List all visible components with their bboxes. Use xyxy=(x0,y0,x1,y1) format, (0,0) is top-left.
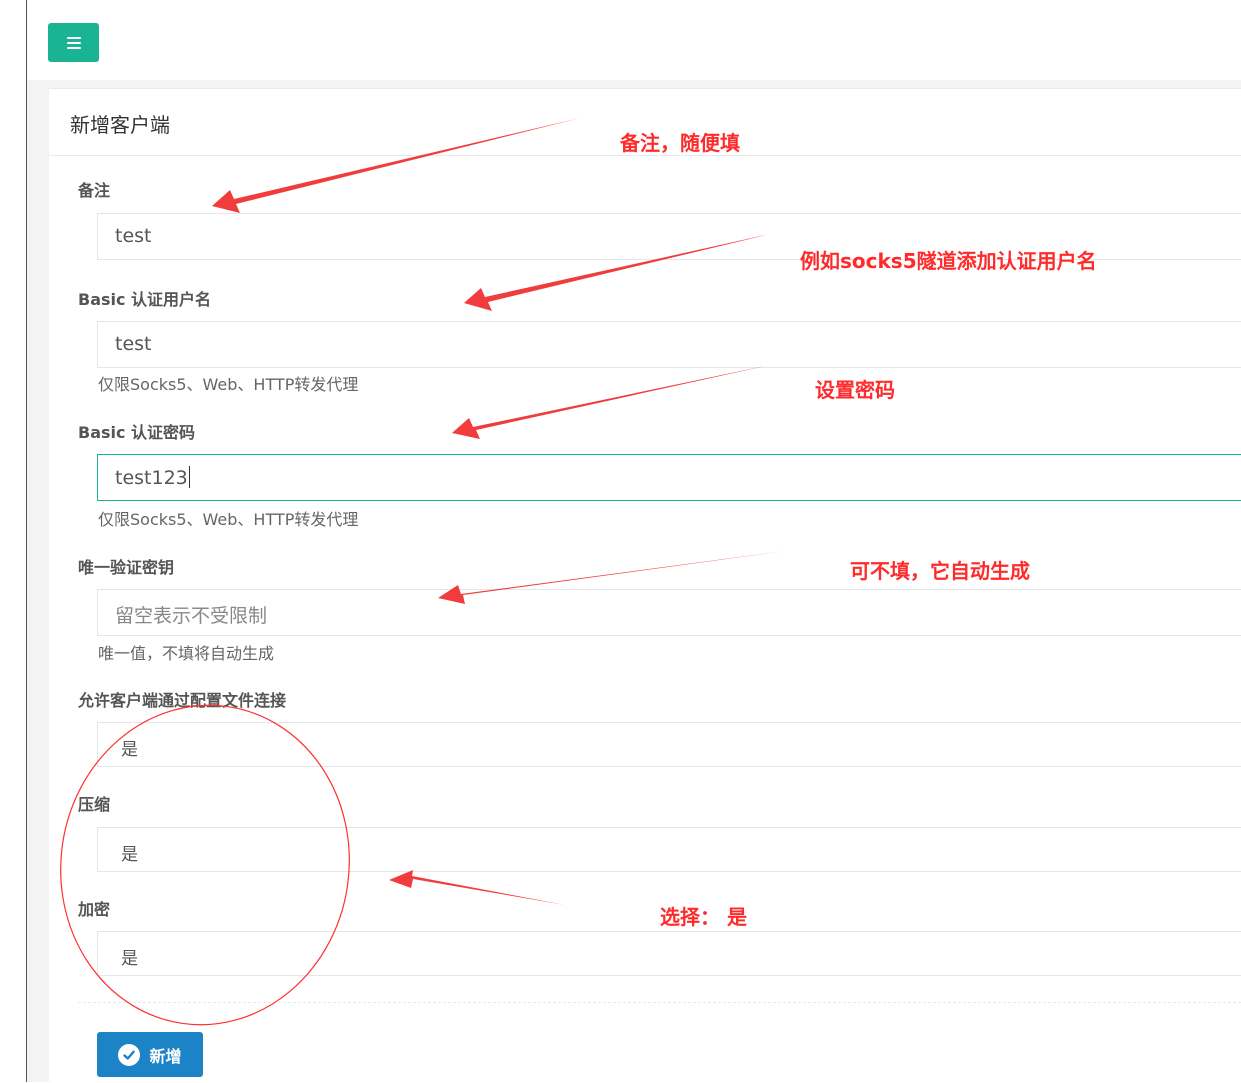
basic-user-value: test xyxy=(115,333,152,355)
crypt-select[interactable]: 是 xyxy=(97,931,1241,976)
basic-pass-label: Basic 认证密码 xyxy=(78,423,196,442)
config-conn-label: 允许客户端通过配置文件连接 xyxy=(78,691,287,710)
compress-label: 压缩 xyxy=(78,795,111,814)
menu-toggle-button[interactable] xyxy=(48,23,99,62)
crypt-label: 加密 xyxy=(78,900,111,919)
bars-icon xyxy=(66,36,81,49)
basic-pass-value: test123 xyxy=(115,467,188,489)
basic-pass-value-wrap: test123 xyxy=(115,466,190,489)
select-annotation: 选择： 是 xyxy=(660,905,747,929)
basic-user-help: 仅限Socks5、Web、HTTP转发代理 xyxy=(98,375,359,394)
basic-pass-help: 仅限Socks5、Web、HTTP转发代理 xyxy=(98,510,359,529)
text-caret xyxy=(188,466,190,488)
vkey-annotation: 可不填，它自动生成 xyxy=(850,559,1030,583)
basic-user-label: Basic 认证用户名 xyxy=(78,290,212,309)
top-navbar xyxy=(27,0,1241,80)
remark-annotation: 备注，随便填 xyxy=(620,131,740,155)
basic-pass-input[interactable]: test123 xyxy=(97,454,1241,501)
config-conn-value: 是 xyxy=(121,740,138,760)
submit-label: 新增 xyxy=(149,1046,182,1066)
vkey-input[interactable]: 留空表示不受限制 xyxy=(97,589,1241,636)
crypt-value: 是 xyxy=(121,949,138,969)
basic-user-annotation: 例如socks5隧道添加认证用户名 xyxy=(800,249,1097,273)
form-divider xyxy=(78,1002,1241,1003)
vkey-placeholder: 留空表示不受限制 xyxy=(115,605,268,627)
basic-pass-annotation: 设置密码 xyxy=(815,378,895,402)
compress-select[interactable]: 是 xyxy=(97,827,1241,872)
compress-value: 是 xyxy=(121,845,138,865)
vkey-label: 唯一验证密钥 xyxy=(78,558,175,577)
config-conn-select[interactable]: 是 xyxy=(97,722,1241,767)
vkey-help: 唯一值，不填将自动生成 xyxy=(98,644,275,663)
submit-button[interactable]: 新增 xyxy=(97,1032,203,1077)
remark-label: 备注 xyxy=(78,181,111,200)
panel-title: 新增客户端 xyxy=(70,113,170,137)
remark-value: test xyxy=(115,225,152,247)
basic-user-input[interactable]: test xyxy=(97,321,1241,368)
check-circle-icon xyxy=(118,1043,141,1066)
